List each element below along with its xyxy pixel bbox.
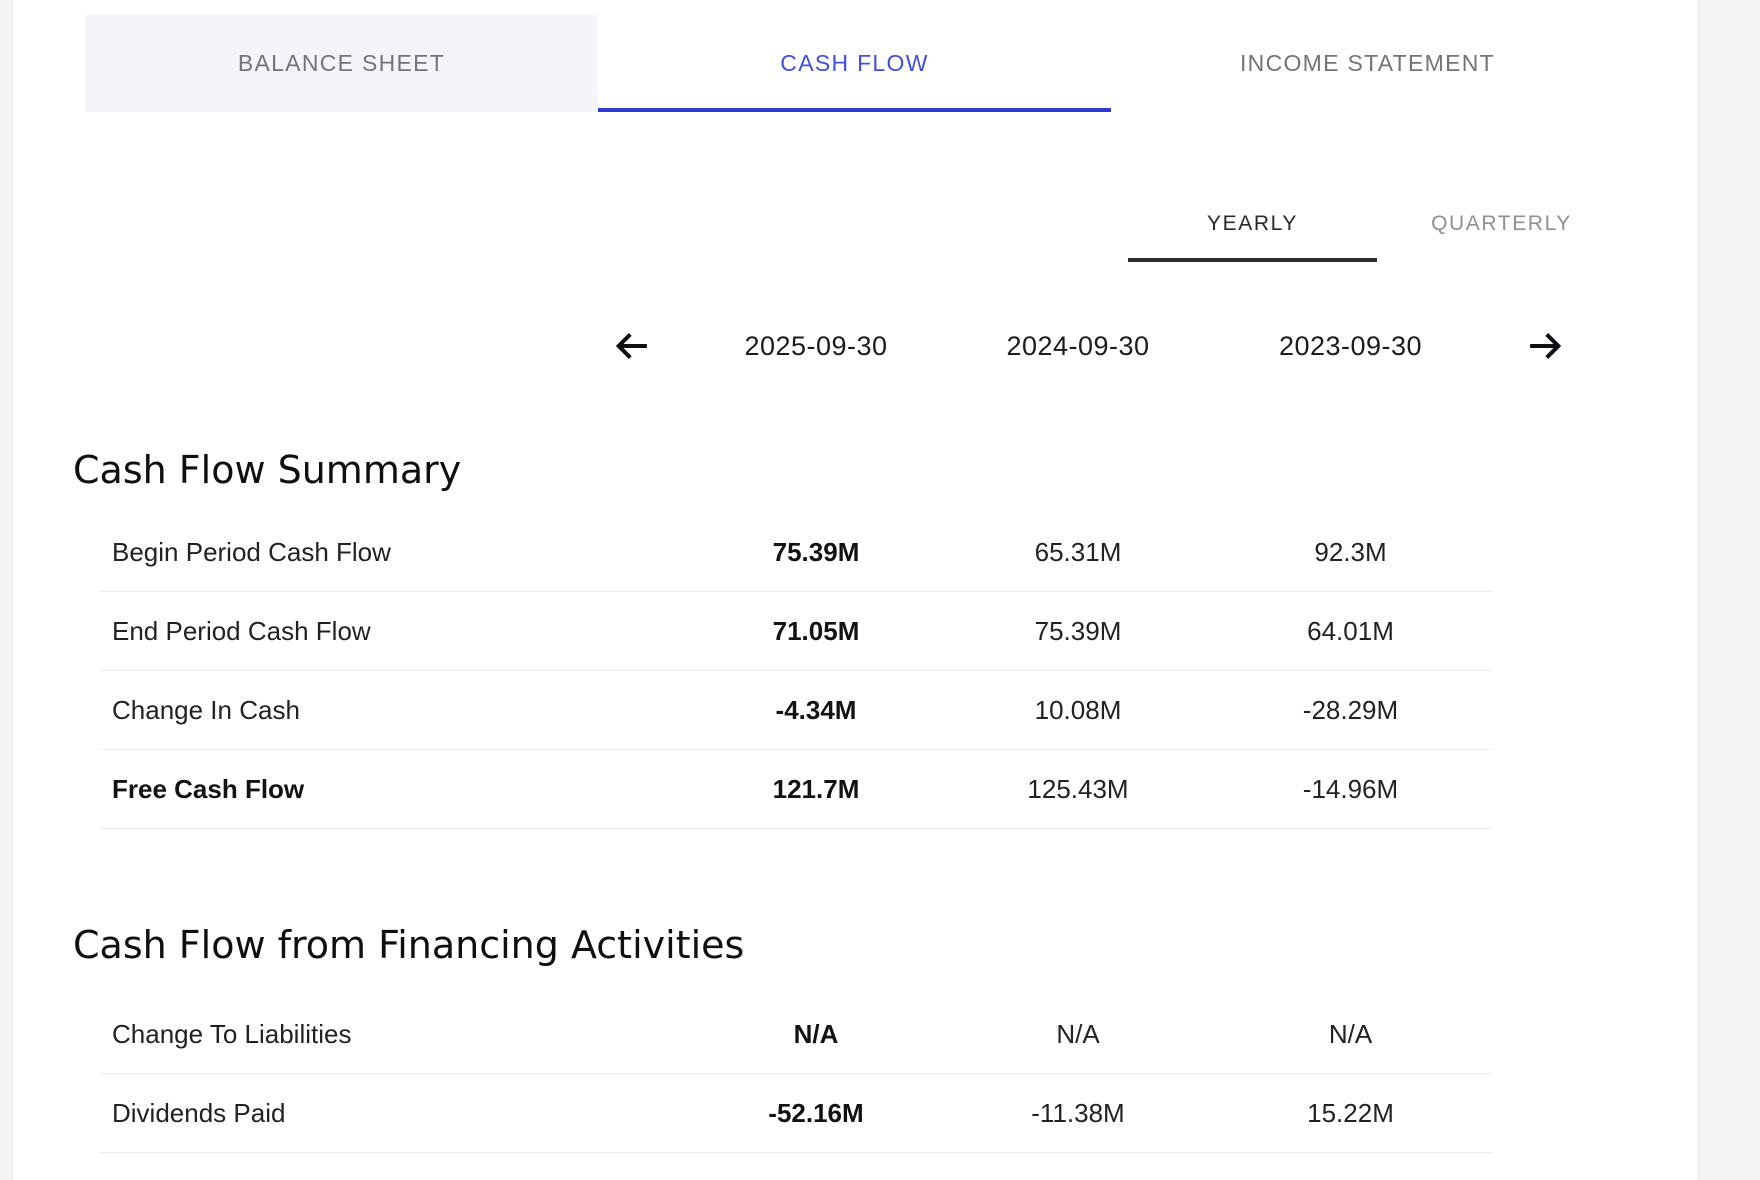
row-value-prev: N/A	[947, 1019, 1209, 1050]
row-label: Free Cash Flow	[100, 774, 685, 805]
page: BALANCE SHEET CASH FLOW INCOME STATEMENT…	[0, 0, 1760, 1180]
active-tab-indicator	[598, 108, 1111, 112]
previous-period-button[interactable]	[611, 325, 653, 367]
tab-balance-sheet[interactable]: BALANCE SHEET	[85, 15, 598, 112]
left-page-gutter	[0, 0, 13, 1180]
row-value-oldest: -14.96M	[1209, 774, 1492, 805]
row-label: Change To Liabilities	[100, 1019, 685, 1050]
row-value-latest: 75.39M	[685, 537, 947, 568]
tab-yearly-label: YEARLY	[1207, 212, 1298, 236]
arrow-left-icon	[611, 325, 653, 367]
statement-sections: Cash Flow Summary Begin Period Cash Flow…	[73, 404, 1492, 1153]
tab-income-statement[interactable]: INCOME STATEMENT	[1111, 15, 1624, 112]
period-columns-header: 2025-09-30 2024-09-30 2023-09-30	[100, 318, 1492, 374]
row-value-prev: 125.43M	[947, 774, 1209, 805]
row-value-oldest: -28.29M	[1209, 695, 1492, 726]
row-value-prev: 65.31M	[947, 537, 1209, 568]
next-period-button[interactable]	[1524, 325, 1566, 367]
tab-balance-sheet-label: BALANCE SHEET	[238, 50, 445, 77]
row-value-latest: 121.7M	[685, 774, 947, 805]
section-title: Cash Flow from Financing Activities	[73, 922, 1492, 969]
column-date-1: 2025-09-30	[685, 331, 947, 362]
table-row: Begin Period Cash Flow 75.39M 65.31M 92.…	[100, 513, 1492, 592]
row-label: Dividends Paid	[100, 1098, 685, 1129]
row-value-oldest: 64.01M	[1209, 616, 1492, 647]
row-value-latest: 71.05M	[685, 616, 947, 647]
tab-quarterly-label: QUARTERLY	[1431, 212, 1572, 236]
row-value-prev: 10.08M	[947, 695, 1209, 726]
row-value-prev: 75.39M	[947, 616, 1209, 647]
row-value-oldest: N/A	[1209, 1019, 1492, 1050]
section-title: Cash Flow Summary	[73, 447, 1492, 494]
arrow-right-icon	[1524, 325, 1566, 367]
row-value-prev: -11.38M	[947, 1098, 1209, 1129]
table-row: Dividends Paid -52.16M -11.38M 15.22M	[100, 1074, 1492, 1153]
table-row: Change To Liabilities N/A N/A N/A	[100, 995, 1492, 1074]
section-table: Change To Liabilities N/A N/A N/A Divide…	[100, 995, 1492, 1153]
row-value-oldest: 15.22M	[1209, 1098, 1492, 1129]
row-value-oldest: 92.3M	[1209, 537, 1492, 568]
section-table: Begin Period Cash Flow 75.39M 65.31M 92.…	[100, 513, 1492, 829]
yearly-tab-indicator	[1128, 258, 1377, 262]
table-row: Free Cash Flow 121.7M 125.43M -14.96M	[100, 750, 1492, 829]
row-value-latest: -52.16M	[685, 1098, 947, 1129]
period-toggle: YEARLY QUARTERLY	[1128, 186, 1626, 262]
tab-cash-flow[interactable]: CASH FLOW	[598, 15, 1111, 112]
row-label: Begin Period Cash Flow	[100, 537, 685, 568]
column-date-3: 2023-09-30	[1209, 331, 1492, 362]
row-value-latest: N/A	[685, 1019, 947, 1050]
tab-quarterly[interactable]: QUARTERLY	[1377, 186, 1626, 262]
table-row: End Period Cash Flow 71.05M 75.39M 64.01…	[100, 592, 1492, 671]
row-value-latest: -4.34M	[685, 695, 947, 726]
table-row: Change In Cash -4.34M 10.08M -28.29M	[100, 671, 1492, 750]
tab-cash-flow-label: CASH FLOW	[780, 50, 928, 77]
statement-section: Cash Flow Summary Begin Period Cash Flow…	[73, 447, 1492, 829]
statement-section: Cash Flow from Financing Activities Chan…	[73, 922, 1492, 1153]
tab-yearly[interactable]: YEARLY	[1128, 186, 1377, 262]
tab-income-statement-label: INCOME STATEMENT	[1240, 50, 1495, 77]
row-label: End Period Cash Flow	[100, 616, 685, 647]
right-page-gutter	[1698, 0, 1760, 1180]
column-date-2: 2024-09-30	[947, 331, 1209, 362]
row-label: Change In Cash	[100, 695, 685, 726]
statement-tabs: BALANCE SHEET CASH FLOW INCOME STATEMENT	[85, 15, 1624, 112]
